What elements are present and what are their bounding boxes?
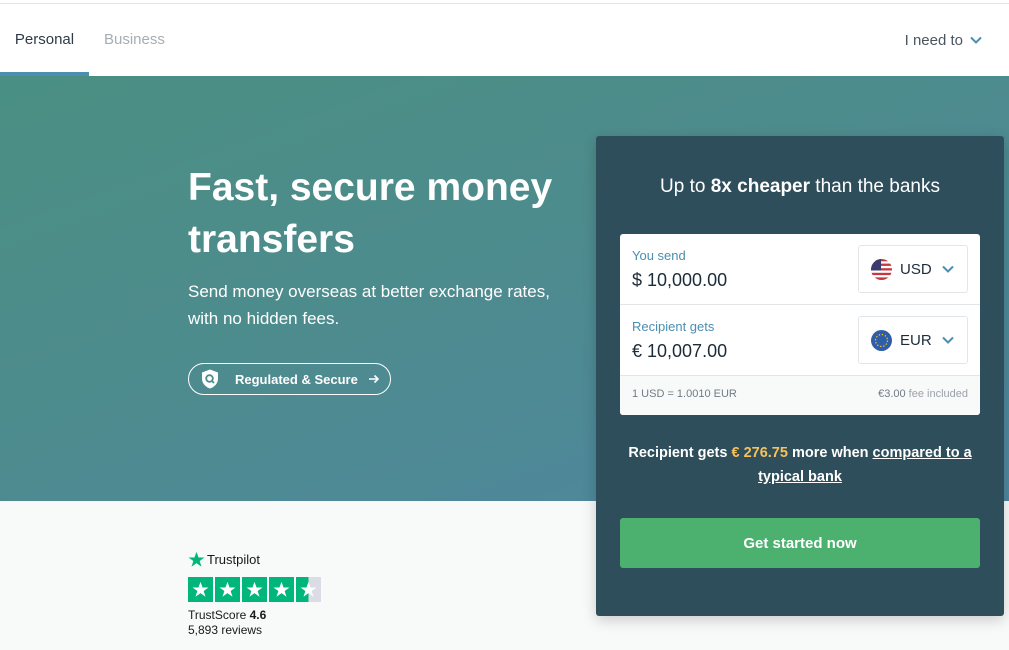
fee-text: fee included <box>905 388 968 400</box>
star-4 <box>269 577 294 602</box>
transfer-calculator: Up to 8x cheaper than the banks You send… <box>596 136 1004 616</box>
receive-label: Recipient gets <box>632 319 715 334</box>
star-icon <box>300 581 317 597</box>
trustpilot-star-icon <box>188 551 205 567</box>
headline-bold: 8x cheaper <box>710 176 811 197</box>
fee-amount: €3.00 <box>878 388 906 400</box>
savings-message: Recipient gets € 276.75 more when compar… <box>616 441 984 489</box>
arrow-right-icon <box>368 374 379 384</box>
trustpilot-brand: Trustpilot <box>207 552 260 567</box>
i-need-to-dropdown[interactable]: I need to <box>905 4 983 76</box>
star-2 <box>215 577 240 602</box>
chevron-down-icon <box>970 36 982 44</box>
trustscore-label: TrustScore <box>188 608 247 622</box>
hero-title: Fast, secure money transfers <box>188 166 553 261</box>
regulated-secure-button[interactable]: Regulated & Secure <box>188 363 391 395</box>
headline-prefix: Up to <box>660 176 711 197</box>
receive-currency-select[interactable]: EUR <box>858 316 968 364</box>
calculator-headline: Up to 8x cheaper than the banks <box>596 176 1004 198</box>
review-count: 5,893 reviews <box>188 623 263 637</box>
trustpilot-stars <box>188 577 321 602</box>
savings-middle: more when <box>787 445 873 461</box>
rate-row: 1 USD = 1.0010 EUR €3.00 fee included <box>620 376 980 415</box>
send-currency-code: USD <box>900 260 932 278</box>
tab-business[interactable]: Business <box>104 4 165 76</box>
top-nav: Personal Business I need to <box>0 4 1009 76</box>
eu-flag-icon <box>871 329 892 351</box>
receive-row: Recipient gets € 10,007.00 EUR <box>620 305 980 376</box>
send-row: You send $ 10,000.00 USD <box>620 234 980 305</box>
regulated-secure-label: Regulated & Secure <box>235 371 358 387</box>
star-icon <box>192 581 209 597</box>
trustpilot-logo[interactable]: Trustpilot <box>188 551 260 568</box>
star-1 <box>188 577 213 602</box>
receive-currency-code: EUR <box>900 331 932 349</box>
fee-info: €3.00 fee included <box>878 388 968 400</box>
headline-suffix: than the banks <box>810 176 940 197</box>
receive-amount-input[interactable]: € 10,007.00 <box>632 341 727 362</box>
calculator-form: You send $ 10,000.00 USD Recipient gets … <box>620 234 980 415</box>
star-icon <box>273 581 290 597</box>
us-flag-icon <box>871 258 892 280</box>
i-need-to-label: I need to <box>904 31 963 49</box>
star-icon <box>219 581 236 597</box>
chevron-down-icon <box>942 336 954 344</box>
tab-personal[interactable]: Personal <box>0 4 89 76</box>
star-3 <box>242 577 267 602</box>
shield-icon <box>202 369 218 389</box>
trustscore-value: 4.6 <box>249 608 267 622</box>
send-currency-select[interactable]: USD <box>858 245 968 293</box>
star-icon <box>246 581 263 597</box>
trustscore: TrustScore 4.6 <box>188 608 266 622</box>
hero-subtitle: Send money overseas at better exchange r… <box>188 282 550 328</box>
star-5-half <box>296 577 321 602</box>
chevron-down-icon <box>942 265 954 273</box>
send-label: You send <box>632 248 686 263</box>
exchange-rate: 1 USD = 1.0010 EUR <box>632 388 737 400</box>
send-amount-input[interactable]: $ 10,000.00 <box>632 270 727 291</box>
get-started-button[interactable]: Get started now <box>620 518 980 568</box>
savings-amount: € 276.75 <box>731 445 788 461</box>
savings-prefix: Recipient gets <box>628 445 732 461</box>
